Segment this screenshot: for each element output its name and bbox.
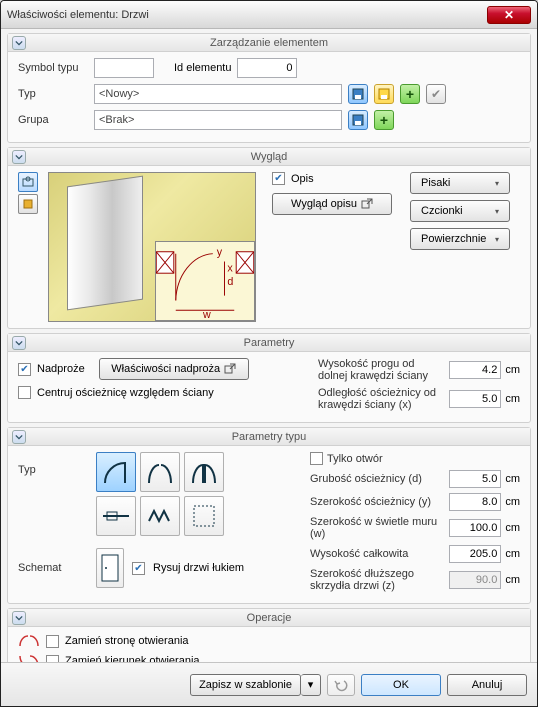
type-add-button[interactable]: + xyxy=(400,84,420,104)
section-ops: Operacje Zamień stronę otwierania Zamień… xyxy=(7,608,531,662)
type-confirm-button[interactable]: ✔ xyxy=(426,84,446,104)
save-template-dropdown[interactable]: ▾ xyxy=(301,674,321,696)
dialog-window: Właściwości elementu: Drzwi ✕ Zarządzani… xyxy=(0,0,538,707)
svg-text:y: y xyxy=(217,247,223,259)
section-params: Parametry ✔ Nadproże Właściwości nadproż… xyxy=(7,333,531,423)
op2-label: Zamień kierunek otwierania xyxy=(65,655,200,662)
lintel-props-button[interactable]: Właściwości nadproża xyxy=(99,358,249,380)
id-input[interactable] xyxy=(237,58,297,78)
lintel-checkbox[interactable]: ✔ xyxy=(18,363,31,376)
frame-width-label: Szerokość ościeżnicy (y) xyxy=(310,496,445,508)
external-icon xyxy=(361,198,373,210)
svg-text:w: w xyxy=(202,309,211,320)
preview-tabs xyxy=(18,172,40,322)
door-type-opening[interactable] xyxy=(184,496,224,536)
external-icon xyxy=(224,363,236,375)
ok-button[interactable]: OK xyxy=(361,674,441,696)
group-dropdown[interactable]: <Brak> xyxy=(94,110,342,130)
undo-button[interactable] xyxy=(327,674,355,696)
type-save-icon[interactable] xyxy=(348,84,368,104)
center-label: Centruj ościeżnicę względem ściany xyxy=(37,387,214,399)
clear-width-input[interactable]: 100.0 xyxy=(449,519,501,537)
close-button[interactable]: ✕ xyxy=(487,6,531,24)
op2-checkbox[interactable] xyxy=(46,655,59,663)
section-type-params-title: Parametry typu xyxy=(8,431,530,443)
total-height-label: Wysokość całkowita xyxy=(310,548,445,560)
door-type-folding[interactable] xyxy=(140,496,180,536)
collapse-ops[interactable] xyxy=(12,611,26,625)
dimension-diagram: w x d y xyxy=(155,241,255,321)
undo-icon xyxy=(334,678,348,692)
door-type-double-out[interactable] xyxy=(184,452,224,492)
lintel-label: Nadproże xyxy=(37,363,85,375)
desc-checkbox[interactable]: ✔ xyxy=(272,172,285,185)
desc-label: Opis xyxy=(291,173,314,185)
door-preview: w x d y xyxy=(48,172,256,322)
group-add-button[interactable]: + xyxy=(374,110,394,130)
sill-height-label: Wysokość progu od dolnej krawędzi ściany xyxy=(318,358,445,382)
door-type-double-in[interactable] xyxy=(140,452,180,492)
flip-side-icon xyxy=(18,633,40,649)
preview-tab-2d[interactable] xyxy=(18,194,38,214)
frame-dist-label: Odległość ościeżnicy od krawędzi ściany … xyxy=(318,387,445,411)
only-hole-label: Tylko otwór xyxy=(327,453,444,465)
flip-dir-icon xyxy=(18,653,40,662)
type-dropdown[interactable]: <Nowy> xyxy=(94,84,342,104)
svg-text:d: d xyxy=(227,276,233,288)
surfaces-button[interactable]: Powierzchnie xyxy=(410,228,510,250)
collapse-params[interactable] xyxy=(12,336,26,350)
door-type-label: Typ xyxy=(18,452,88,476)
collapse-manage[interactable] xyxy=(12,36,26,50)
scheme-label: Schemat xyxy=(18,562,88,574)
door-type-single[interactable] xyxy=(96,452,136,492)
preview-tab-3d[interactable] xyxy=(18,172,38,192)
door-type-sliding[interactable] xyxy=(96,496,136,536)
symbol-label: Symbol typu xyxy=(18,62,88,74)
clear-width-label: Szerokość w świetle muru (w) xyxy=(310,516,445,540)
dialog-body: Zarządzanie elementem Symbol typu Id ele… xyxy=(1,29,537,662)
symbol-input[interactable] xyxy=(94,58,154,78)
frame-width-input[interactable]: 8.0 xyxy=(449,493,501,511)
total-height-input[interactable]: 205.0 xyxy=(449,545,501,563)
dialog-footer: Zapisz w szablonie ▾ OK Anuluj xyxy=(1,662,537,706)
group-save-icon[interactable] xyxy=(348,110,368,130)
pens-button[interactable]: Pisaki xyxy=(410,172,510,194)
longer-leaf-input: 90.0 xyxy=(449,571,501,589)
collapse-look[interactable] xyxy=(12,150,26,164)
scheme-tile[interactable] xyxy=(96,548,124,588)
section-params-title: Parametry xyxy=(8,337,530,349)
longer-leaf-label: Szerokość dłuższego skrzydła drzwi (z) xyxy=(310,568,445,592)
section-ops-title: Operacje xyxy=(8,612,530,624)
draw-arc-label: Rysuj drzwi łukiem xyxy=(153,562,244,574)
op1-label: Zamień stronę otwierania xyxy=(65,635,189,647)
desc-appearance-button[interactable]: Wygląd opisu xyxy=(272,193,392,215)
section-look: Wygląd xyxy=(7,147,531,329)
section-type-params: Parametry typu Typ xyxy=(7,427,531,604)
group-label: Grupa xyxy=(18,114,88,126)
type-label: Typ xyxy=(18,88,88,100)
section-manage: Zarządzanie elementem Symbol typu Id ele… xyxy=(7,33,531,143)
svg-text:x: x xyxy=(227,262,233,274)
fonts-button[interactable]: Czcionki xyxy=(410,200,510,222)
id-label: Id elementu xyxy=(174,62,231,74)
titlebar: Właściwości elementu: Drzwi ✕ xyxy=(1,1,537,29)
frame-dist-input[interactable]: 5.0 xyxy=(449,390,501,408)
draw-arc-checkbox[interactable]: ✔ xyxy=(132,562,145,575)
frame-thickness-input[interactable]: 5.0 xyxy=(449,470,501,488)
only-hole-checkbox[interactable] xyxy=(310,452,323,465)
cancel-button[interactable]: Anuluj xyxy=(447,674,527,696)
save-template-button[interactable]: Zapisz w szablonie xyxy=(190,674,301,696)
sill-height-input[interactable]: 4.2 xyxy=(449,361,501,379)
section-look-title: Wygląd xyxy=(8,151,530,163)
collapse-type-params[interactable] xyxy=(12,430,26,444)
window-title: Właściwości elementu: Drzwi xyxy=(7,9,149,21)
frame-thickness-label: Grubość ościeżnicy (d) xyxy=(310,473,445,485)
op1-checkbox[interactable] xyxy=(46,635,59,648)
type-edit-icon[interactable] xyxy=(374,84,394,104)
center-checkbox[interactable] xyxy=(18,386,31,399)
section-manage-title: Zarządzanie elementem xyxy=(8,37,530,49)
